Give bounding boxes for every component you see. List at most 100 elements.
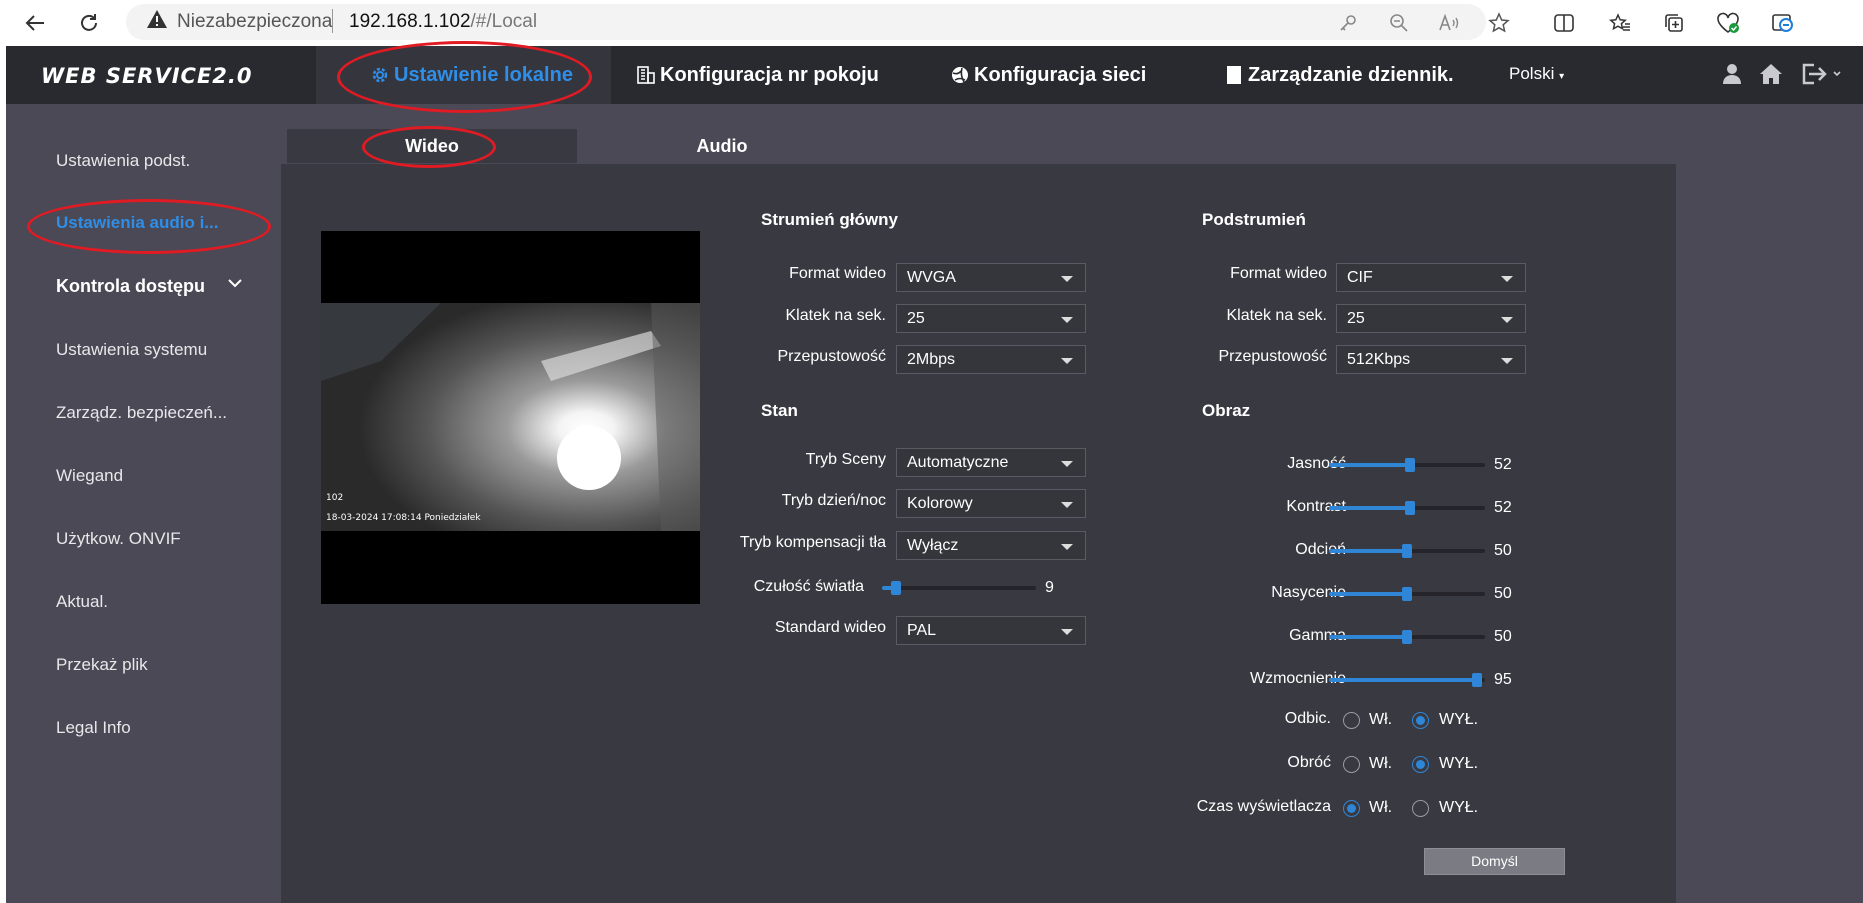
sidebar-item-legal-info[interactable]: Legal Info bbox=[56, 718, 131, 738]
tab-label: Wideo bbox=[405, 135, 459, 156]
sidebar-item-upload-file[interactable]: Przekaż plik bbox=[56, 655, 148, 675]
image-slider[interactable] bbox=[1329, 501, 1485, 515]
radio-off-label[interactable]: WYŁ. bbox=[1439, 755, 1478, 773]
favorite-star-icon[interactable] bbox=[1484, 8, 1514, 38]
sidebar-item-audio-video[interactable]: Ustawienia audio i... bbox=[56, 213, 218, 233]
slider-thumb[interactable] bbox=[890, 581, 901, 595]
sidebar-item-basic-settings[interactable]: Ustawienia podst. bbox=[56, 151, 190, 171]
sidebar-item-security[interactable]: Zarządz. bezpieczeń... bbox=[56, 403, 227, 423]
sub-stream-title: Podstrumień bbox=[1202, 210, 1306, 229]
video-channel-label: 102 bbox=[326, 493, 344, 503]
scene-mode-select[interactable]: Automatyczne bbox=[896, 448, 1086, 477]
logout-icon[interactable] bbox=[1800, 62, 1850, 88]
read-aloud-icon[interactable] bbox=[1434, 8, 1464, 38]
collections-icon[interactable] bbox=[1659, 8, 1689, 38]
video-preview[interactable]: 102 18-03-2024 17:08:14 Poniedziałek bbox=[321, 231, 700, 604]
video-standard-select[interactable]: PAL bbox=[896, 616, 1086, 645]
dropdown-arrow-icon bbox=[1501, 276, 1513, 282]
image-title: Obraz bbox=[1202, 401, 1251, 420]
main-bitrate-label: Przepustowość bbox=[777, 348, 887, 365]
main-format-select[interactable]: WVGA bbox=[896, 263, 1086, 292]
url-path: /#/Local bbox=[470, 11, 538, 32]
slider-thumb[interactable] bbox=[1472, 673, 1483, 687]
nav-label: Konfiguracja nr pokoju bbox=[660, 63, 879, 86]
url-text[interactable]: 192.168.1.102/#/Local bbox=[349, 11, 537, 33]
tab-video[interactable]: Wideo bbox=[287, 129, 577, 163]
slider-thumb[interactable] bbox=[1405, 501, 1416, 515]
radio-on-label[interactable]: Wł. bbox=[1369, 711, 1392, 729]
ie-mode-icon[interactable] bbox=[1768, 8, 1798, 38]
dropdown-arrow-icon bbox=[1061, 317, 1073, 323]
favorites-icon[interactable] bbox=[1605, 8, 1635, 38]
key-icon[interactable] bbox=[1333, 8, 1363, 38]
video-standard-label: Standard wideo bbox=[774, 619, 886, 636]
radio-off[interactable] bbox=[1412, 712, 1429, 729]
default-button[interactable]: Domyśl bbox=[1424, 848, 1565, 875]
sub-bitrate-select[interactable]: 512Kbps bbox=[1336, 345, 1526, 374]
backlight-select[interactable]: Wyłącz bbox=[896, 531, 1086, 560]
slider-thumb[interactable] bbox=[1402, 630, 1412, 644]
radio-group-label: Obróć bbox=[1287, 754, 1331, 771]
radio-on[interactable] bbox=[1343, 756, 1360, 773]
language-select[interactable]: Polski ▾ bbox=[1509, 64, 1564, 84]
nav-room-config[interactable]: Konfiguracja nr pokoju bbox=[636, 46, 879, 104]
radio-off[interactable] bbox=[1412, 756, 1429, 773]
radio-off-label[interactable]: WYŁ. bbox=[1439, 711, 1478, 729]
user-icon[interactable] bbox=[1720, 62, 1746, 88]
main-bitrate-select[interactable]: 2Mbps bbox=[896, 345, 1086, 374]
select-value: PAL bbox=[907, 622, 937, 639]
sidebar-item-onvif-user[interactable]: Użytkow. ONVIF bbox=[56, 529, 181, 549]
select-value: Automatyczne bbox=[907, 454, 1009, 471]
sidebar-item-wiegand[interactable]: Wiegand bbox=[56, 466, 123, 486]
refresh-icon[interactable] bbox=[74, 8, 104, 38]
zoom-out-icon[interactable] bbox=[1384, 8, 1414, 38]
browser-essentials-icon[interactable] bbox=[1713, 8, 1743, 38]
radio-group-label: Odbic. bbox=[1284, 710, 1331, 727]
image-slider[interactable] bbox=[1329, 630, 1485, 644]
image-slider[interactable] bbox=[1329, 587, 1485, 601]
radio-off[interactable] bbox=[1412, 800, 1429, 817]
back-arrow-icon[interactable] bbox=[20, 8, 50, 38]
log-icon bbox=[1227, 66, 1241, 84]
nav-log-management[interactable]: Zarządzanie dziennik. bbox=[1224, 46, 1454, 104]
chevron-down-icon[interactable] bbox=[227, 276, 243, 294]
light-sensitivity-value: 9 bbox=[1045, 579, 1054, 596]
radio-on[interactable] bbox=[1343, 800, 1360, 817]
image-slider-value: 50 bbox=[1494, 542, 1512, 559]
slider-fill bbox=[1329, 506, 1411, 510]
tab-audio[interactable]: Audio bbox=[577, 129, 867, 163]
radio-on[interactable] bbox=[1343, 712, 1360, 729]
image-slider-value: 95 bbox=[1494, 671, 1512, 688]
security-label[interactable]: Niezabezpieczona bbox=[177, 11, 332, 33]
radio-off-label[interactable]: WYŁ. bbox=[1439, 799, 1478, 817]
top-navigation: WEB SERVICE2.0 Ustawienie lokalne Konfig… bbox=[6, 46, 1863, 104]
sidebar-item-system-settings[interactable]: Ustawienia systemu bbox=[56, 340, 207, 360]
dropdown-arrow-icon bbox=[1061, 544, 1073, 550]
image-slider[interactable] bbox=[1329, 673, 1485, 687]
image-slider[interactable] bbox=[1329, 544, 1485, 558]
radio-on-label[interactable]: Wł. bbox=[1369, 755, 1392, 773]
sub-fps-label: Klatek na sek. bbox=[1226, 307, 1328, 324]
select-value: CIF bbox=[1347, 269, 1373, 286]
url-host: 192.168.1.102 bbox=[349, 11, 471, 32]
sidebar-item-access-control[interactable]: Kontrola dostępu bbox=[56, 276, 205, 297]
sub-fps-select[interactable]: 25 bbox=[1336, 304, 1526, 333]
split-screen-icon[interactable] bbox=[1549, 8, 1579, 38]
slider-thumb[interactable] bbox=[1402, 587, 1412, 601]
home-icon[interactable] bbox=[1759, 62, 1785, 88]
select-value: Wyłącz bbox=[907, 537, 959, 554]
slider-fill bbox=[1329, 678, 1478, 682]
address-separator bbox=[332, 9, 333, 33]
image-slider[interactable] bbox=[1329, 458, 1485, 472]
sub-format-select[interactable]: CIF bbox=[1336, 263, 1526, 292]
sidebar-item-update[interactable]: Aktual. bbox=[56, 592, 108, 612]
warning-icon[interactable] bbox=[146, 8, 170, 34]
nav-network-config[interactable]: Konfiguracja sieci bbox=[950, 46, 1146, 104]
nav-local-settings[interactable]: Ustawienie lokalne bbox=[316, 46, 611, 104]
radio-on-label[interactable]: Wł. bbox=[1369, 799, 1392, 817]
main-fps-select[interactable]: 25 bbox=[896, 304, 1086, 333]
day-night-select[interactable]: Kolorowy bbox=[896, 489, 1086, 518]
slider-thumb[interactable] bbox=[1402, 544, 1412, 558]
light-sensitivity-slider[interactable] bbox=[882, 581, 1036, 595]
slider-thumb[interactable] bbox=[1405, 458, 1416, 472]
